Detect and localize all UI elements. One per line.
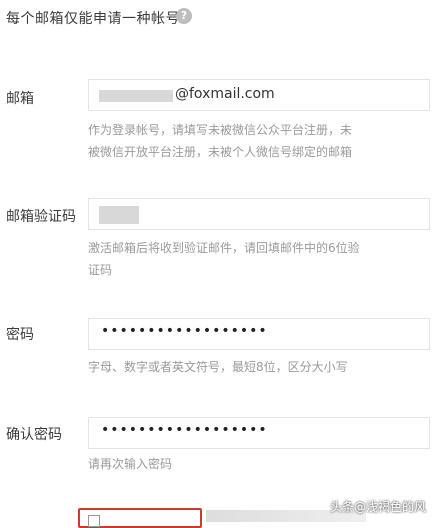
email-input[interactable]: @foxmail.com <box>88 79 430 111</box>
email-hint: 作为登录帐号，请填写未被微信公众平台注册，未 被微信开放平台注册，未被个人微信号… <box>88 119 424 163</box>
confirm-password-hint: 请再次输入密码 <box>88 457 173 471</box>
confirm-password-input[interactable]: •••••••••••••••••• <box>88 417 430 449</box>
password-value: •••••••••••••••••• <box>101 323 268 339</box>
help-icon[interactable]: ? <box>176 8 192 24</box>
watermark: 头条@浅褐色的风 <box>330 500 427 514</box>
password-hint: 字母、数字或者英文符号，最短8位，区分大小写 <box>88 360 348 374</box>
agreement-checkbox-highlight[interactable] <box>78 508 202 528</box>
form-notice: 每个邮箱仅能申请一种帐号 <box>6 11 180 27</box>
verify-code-label: 邮箱验证码 <box>6 209 76 225</box>
confirm-password-value: •••••••••••••••••• <box>101 422 268 438</box>
email-label: 邮箱 <box>6 91 34 107</box>
password-input[interactable]: •••••••••••••••••• <box>88 318 430 350</box>
email-value: @foxmail.com <box>175 86 275 102</box>
email-hint-line1: 作为登录帐号，请填写未被微信公众平台注册，未 <box>88 123 353 137</box>
agreement-checkbox[interactable] <box>88 515 100 527</box>
redacted-email-prefix <box>99 90 173 102</box>
redacted-verify-code <box>99 206 139 224</box>
confirm-password-label: 确认密码 <box>6 427 62 443</box>
verify-code-hint-line2: 证码 <box>88 263 113 277</box>
verify-code-hint: 激活邮箱后将收到验证邮件，请回填邮件中的6位验 证码 <box>88 237 424 281</box>
verify-code-input[interactable] <box>88 198 430 230</box>
verify-code-hint-line1: 激活邮箱后将收到验证邮件，请回填邮件中的6位验 <box>88 241 360 255</box>
email-hint-line2: 被微信开放平台注册，未被个人微信号绑定的邮箱 <box>88 145 353 159</box>
password-label: 密码 <box>6 327 34 343</box>
